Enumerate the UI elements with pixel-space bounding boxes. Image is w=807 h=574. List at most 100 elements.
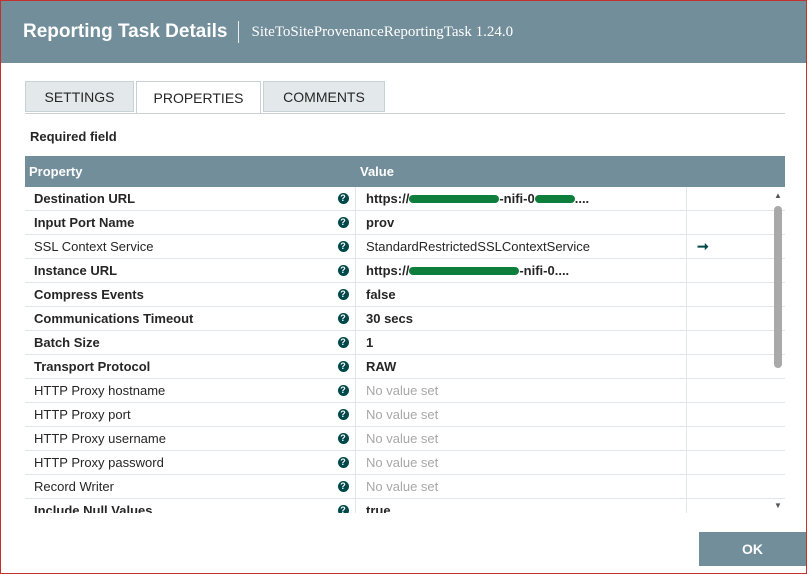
ok-button[interactable]: OK [699, 532, 806, 566]
question-circle-icon[interactable]: ? [337, 385, 349, 396]
property-name: HTTP Proxy password [34, 455, 164, 470]
help-cell: ? [331, 283, 356, 306]
help-cell: ? [331, 331, 356, 354]
action-cell [687, 355, 771, 378]
help-cell: ? [331, 235, 356, 258]
help-cell: ? [331, 187, 356, 210]
property-name: HTTP Proxy port [34, 407, 131, 422]
table-scrollbar[interactable]: ▲ ▼ [771, 192, 785, 510]
question-circle-icon[interactable]: ? [337, 457, 349, 468]
action-cell [687, 283, 771, 306]
property-value[interactable]: true [356, 499, 687, 513]
table-row[interactable]: Batch Size? 1 [25, 331, 785, 355]
property-name: Record Writer [34, 479, 114, 494]
property-value[interactable]: 30 secs [356, 307, 687, 330]
column-header-property[interactable]: Property [25, 164, 356, 179]
question-circle-icon[interactable]: ? [337, 433, 349, 444]
question-circle-icon[interactable]: ? [337, 337, 349, 348]
question-circle-icon[interactable]: ? [337, 505, 349, 513]
properties-table: Property Value Destination URL? https:// -… [25, 156, 785, 513]
action-cell [687, 331, 771, 354]
table-row[interactable]: HTTP Proxy username? No value set [25, 427, 785, 451]
tab-settings[interactable]: SETTINGS [25, 81, 134, 112]
column-header-value[interactable]: Value [356, 164, 394, 179]
action-cell [687, 475, 771, 498]
value-segment: -nifi-0 [499, 191, 535, 206]
property-name: Include Null Values [34, 503, 153, 513]
question-circle-icon[interactable]: ? [337, 481, 349, 492]
question-circle-icon[interactable]: ? [337, 361, 349, 372]
question-circle-icon[interactable]: ? [337, 193, 349, 204]
property-name: Batch Size [34, 335, 100, 350]
property-value[interactable]: No value set [356, 427, 687, 450]
property-name: Transport Protocol [34, 359, 151, 374]
header-divider [238, 21, 240, 43]
property-value[interactable]: prov [356, 211, 687, 234]
value-segment: https:// [366, 263, 410, 278]
table-row[interactable]: Record Writer? No value set [25, 475, 785, 499]
table-body: Destination URL? https:// -nifi-0.... Input… [25, 187, 785, 513]
action-cell [687, 259, 771, 282]
scroll-up-icon[interactable]: ▲ [773, 192, 783, 200]
dialog: Reporting Task Details SiteToSiteProvena… [0, 0, 807, 574]
question-circle-icon[interactable]: ? [337, 313, 349, 324]
property-value[interactable]: RAW [356, 355, 687, 378]
table-row[interactable]: Destination URL? https:// -nifi-0.... [25, 187, 785, 211]
tab-properties[interactable]: PROPERTIES [136, 81, 261, 114]
property-value[interactable]: No value set [356, 379, 687, 402]
dialog-header: Reporting Task Details SiteToSiteProvena… [1, 1, 806, 63]
property-value[interactable]: 1 [356, 331, 687, 354]
table-row[interactable]: HTTP Proxy hostname? No value set [25, 379, 785, 403]
action-cell [687, 379, 771, 402]
property-value[interactable]: No value set [356, 475, 687, 498]
property-value[interactable]: false [356, 283, 687, 306]
property-name: Compress Events [34, 287, 144, 302]
redaction-mark [534, 194, 575, 203]
table-row[interactable]: Instance URL? https:// -nifi-0.... [25, 259, 785, 283]
action-cell [687, 403, 771, 426]
question-circle-icon[interactable]: ? [337, 265, 349, 276]
tab-divider [25, 113, 785, 114]
property-name: Instance URL [34, 263, 118, 278]
table-row[interactable]: HTTP Proxy password? No value set [25, 451, 785, 475]
property-value[interactable]: https:// -nifi-0.... [356, 187, 687, 210]
table-row[interactable]: SSL Context Service? StandardRestrictedSS… [25, 235, 785, 259]
question-circle-icon[interactable]: ? [337, 241, 349, 252]
property-name: HTTP Proxy username [34, 431, 166, 446]
property-name: Communications Timeout [34, 311, 194, 326]
action-cell [687, 307, 771, 330]
help-cell: ? [331, 451, 356, 474]
action-cell: ➞ [687, 235, 771, 258]
value-segment: -nifi-0. [519, 263, 559, 278]
property-name: HTTP Proxy hostname [34, 383, 166, 398]
scrollbar-thumb[interactable] [774, 206, 782, 368]
action-cell [687, 451, 771, 474]
property-value[interactable]: No value set [356, 451, 687, 474]
question-circle-icon[interactable]: ? [337, 409, 349, 420]
tab-comments[interactable]: COMMENTS [263, 81, 385, 112]
table-row[interactable]: Communications Timeout? 30 secs [25, 307, 785, 331]
help-cell: ? [331, 499, 356, 513]
required-field-label: Required field [30, 129, 117, 144]
redaction-mark [409, 194, 500, 203]
table-row[interactable]: HTTP Proxy port? No value set [25, 403, 785, 427]
action-cell [687, 187, 771, 210]
action-cell [687, 427, 771, 450]
question-circle-icon[interactable]: ? [337, 217, 349, 228]
property-value[interactable]: https:// -nifi-0.... [356, 259, 687, 282]
question-circle-icon[interactable]: ? [337, 289, 349, 300]
scroll-down-icon[interactable]: ▼ [773, 502, 783, 510]
table-row[interactable]: Compress Events? false [25, 283, 785, 307]
table-row[interactable]: Include Null Values? true [25, 499, 785, 513]
property-value[interactable]: No value set [356, 403, 687, 426]
property-value[interactable]: StandardRestrictedSSLContextService [356, 235, 687, 258]
dialog-title: Reporting Task Details [23, 21, 228, 42]
action-cell [687, 211, 771, 234]
help-cell: ? [331, 211, 356, 234]
arrow-right-icon[interactable]: ➞ [697, 238, 709, 255]
property-name: SSL Context Service [34, 239, 154, 254]
table-row[interactable]: Input Port Name? prov [25, 211, 785, 235]
table-row[interactable]: Transport Protocol? RAW [25, 355, 785, 379]
help-cell: ? [331, 403, 356, 426]
action-cell [687, 499, 771, 513]
